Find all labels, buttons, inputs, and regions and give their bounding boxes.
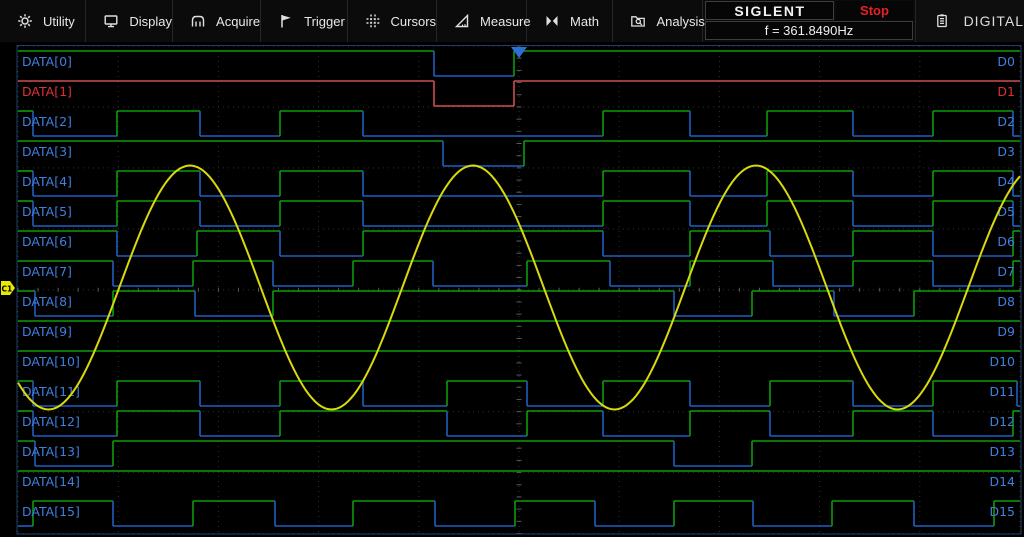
top-menu-bar: Utility Display Acquire xyxy=(0,0,1024,42)
channel-name-d13[interactable]: DATA[13] xyxy=(22,444,80,459)
bowtie-icon xyxy=(544,13,560,29)
oscilloscope-screen: DATA[0] D0 DATA[1] D1 DATA[2] D2 DATA[3] D3 DATA… xyxy=(0,0,1024,537)
waveform-svg[interactable]: DATA[0] D0 DATA[1] D1 DATA[2] D2 DATA[3] D3 DATA… xyxy=(0,0,1024,537)
digital-trace-d7 xyxy=(18,261,1020,286)
set-square-icon xyxy=(454,13,470,29)
channel-badge-d13[interactable]: D13 xyxy=(989,444,1015,459)
channel-badge-d14[interactable]: D14 xyxy=(989,474,1015,489)
channel-badge-d3[interactable]: D3 xyxy=(997,144,1015,159)
gear-icon xyxy=(17,13,33,29)
channel-name-d7[interactable]: DATA[7] xyxy=(22,264,72,279)
menu-label-utility: Utility xyxy=(43,14,75,29)
channel-badge-d10[interactable]: D10 xyxy=(989,354,1015,369)
digital-trace-d3 xyxy=(18,141,1020,166)
menu-item-measure[interactable]: Measure xyxy=(437,0,527,42)
digital-panel-label: DIGITAL xyxy=(964,13,1024,29)
channel-name-d14[interactable]: DATA[14] xyxy=(22,474,80,489)
c1-level-marker-label: C1 xyxy=(2,285,13,294)
channel-name-d8[interactable]: DATA[8] xyxy=(22,294,72,309)
channel-badge-d9[interactable]: D9 xyxy=(997,324,1015,339)
menu-item-display[interactable]: Display xyxy=(86,0,173,42)
channel-name-d3[interactable]: DATA[3] xyxy=(22,144,72,159)
channel-badge-d7[interactable]: D7 xyxy=(997,264,1015,279)
menu-label-cursors: Cursors xyxy=(391,14,437,29)
digital-trace-d11 xyxy=(18,381,1020,406)
channel-name-d9[interactable]: DATA[9] xyxy=(22,324,72,339)
channel-badge-d15[interactable]: D15 xyxy=(989,504,1015,519)
channel-badge-d2[interactable]: D2 xyxy=(997,114,1015,129)
digital-trace-d6 xyxy=(18,231,1020,256)
channel-name-d10[interactable]: DATA[10] xyxy=(22,354,80,369)
channel-name-d11[interactable]: DATA[11] xyxy=(22,384,80,399)
menu-item-math[interactable]: Math xyxy=(527,0,613,42)
digital-trace-d2 xyxy=(18,111,1020,136)
menu-label-acquire: Acquire xyxy=(216,14,260,29)
channel-name-d2[interactable]: DATA[2] xyxy=(22,114,72,129)
folder-search-icon xyxy=(630,13,646,29)
channel-badge-d8[interactable]: D8 xyxy=(997,294,1015,309)
menu-label-math: Math xyxy=(570,14,599,29)
menu-item-analysis[interactable]: Analysis xyxy=(613,0,703,42)
digital-trace-d8 xyxy=(18,291,1020,316)
channel-name-d4[interactable]: DATA[4] xyxy=(22,174,72,189)
channel-name-d0[interactable]: DATA[0] xyxy=(22,54,72,69)
channel-name-d5[interactable]: DATA[5] xyxy=(22,204,72,219)
menu-label-measure: Measure xyxy=(480,14,531,29)
channel-badge-d6[interactable]: D6 xyxy=(997,234,1015,249)
clipboard-icon xyxy=(934,13,950,29)
menu-item-utility[interactable]: Utility xyxy=(0,0,86,42)
channel-name-d1[interactable]: DATA[1] xyxy=(22,84,72,99)
channel-name-d15[interactable]: DATA[15] xyxy=(22,504,80,519)
status-block: SIGLENT Stop f = 361.8490Hz xyxy=(703,0,914,42)
channel-name-d6[interactable]: DATA[6] xyxy=(22,234,72,249)
menu-item-acquire[interactable]: Acquire xyxy=(173,0,261,42)
acquire-arch-icon xyxy=(190,13,206,29)
channel-badge-d11[interactable]: D11 xyxy=(989,384,1015,399)
digital-trace-d1 xyxy=(18,81,1020,106)
cursors-grid-icon xyxy=(365,13,381,29)
channel-name-d12[interactable]: DATA[12] xyxy=(22,414,80,429)
menu-item-trigger[interactable]: Trigger xyxy=(261,0,347,42)
flag-icon xyxy=(278,13,294,29)
menu-label-display: Display xyxy=(129,14,172,29)
digital-panel-button[interactable]: DIGITAL xyxy=(915,0,1024,42)
trigger-frequency-readout: f = 361.8490Hz xyxy=(705,21,912,40)
analog-sine-trace-c1 xyxy=(18,166,1020,410)
channel-badge-d12[interactable]: D12 xyxy=(989,414,1015,429)
menu-item-cursors[interactable]: Cursors xyxy=(348,0,438,42)
monitor-icon xyxy=(103,13,119,29)
channel-badge-d1[interactable]: D1 xyxy=(997,84,1015,99)
menu-label-trigger: Trigger xyxy=(304,14,345,29)
acquisition-status-badge[interactable]: Stop xyxy=(836,1,912,20)
channel-badge-d0[interactable]: D0 xyxy=(997,54,1015,69)
menu-label-analysis: Analysis xyxy=(656,14,704,29)
digital-trace-d15 xyxy=(18,501,1020,526)
siglent-logo: SIGLENT xyxy=(705,1,834,20)
digital-trace-d13 xyxy=(18,441,1020,466)
